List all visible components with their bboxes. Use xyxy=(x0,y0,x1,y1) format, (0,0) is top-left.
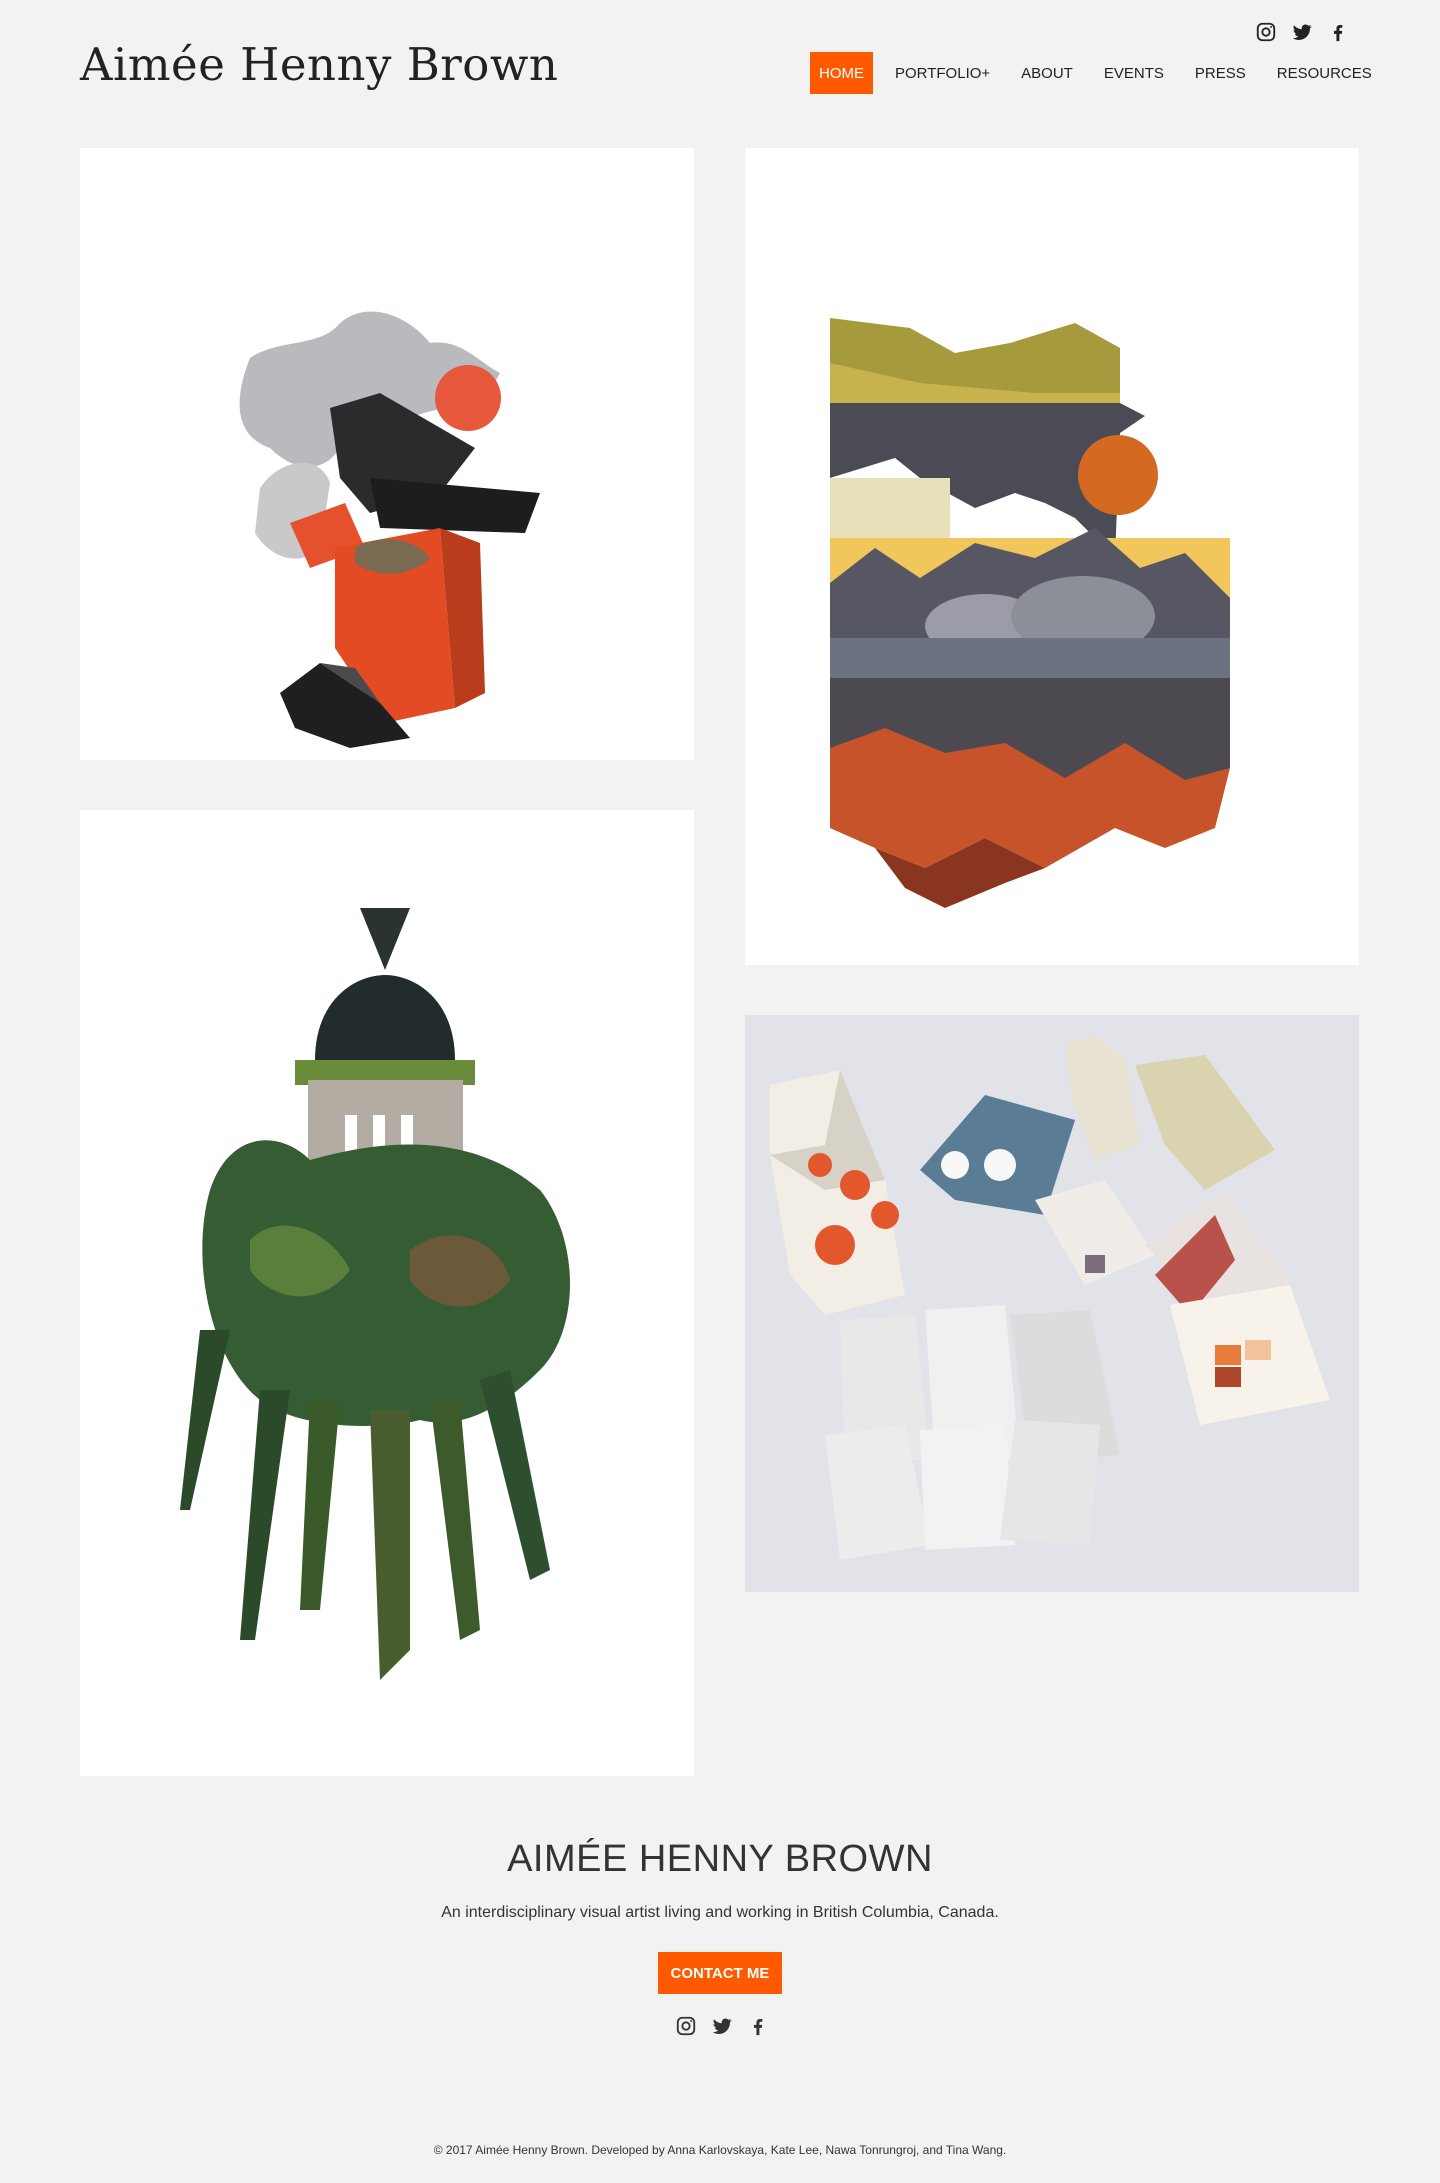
instagram-icon[interactable] xyxy=(1252,18,1280,46)
site-title[interactable]: Aimée Henny Brown xyxy=(80,38,558,91)
gallery-item-collage-architectural-mineral[interactable] xyxy=(80,148,694,760)
collage-mountain-domes-image xyxy=(830,318,1230,908)
nav-item-about[interactable]: ABOUT xyxy=(1012,52,1082,94)
nav-item-home[interactable]: HOME xyxy=(810,52,873,94)
collage-architectural-mineral-image xyxy=(239,311,540,748)
nav-item-press[interactable]: PRESS xyxy=(1186,52,1255,94)
facebook-icon[interactable] xyxy=(744,2012,772,2040)
gallery-item-collage-dome-botanical[interactable] xyxy=(80,810,694,1776)
gallery-item-collage-mountain-domes[interactable] xyxy=(745,148,1359,965)
header-social-links xyxy=(1252,18,1352,46)
gallery-item-artist-books-portable-lighthouse-library[interactable] xyxy=(745,1015,1359,1592)
instagram-icon[interactable] xyxy=(672,2012,700,2040)
contact-me-button[interactable]: CONTACT ME xyxy=(658,1952,782,1994)
footer-social-links xyxy=(672,2012,772,2040)
nav-item-resources[interactable]: RESOURCES xyxy=(1268,52,1381,94)
twitter-icon[interactable] xyxy=(708,2012,736,2040)
footer-title: AIMÉE HENNY BROWN xyxy=(507,1838,933,1880)
nav-item-events[interactable]: EVENTS xyxy=(1095,52,1173,94)
footer-tagline: An interdisciplinary visual artist livin… xyxy=(441,1904,999,1921)
nav-item-portfolio[interactable]: PORTFOLIO+ xyxy=(886,52,999,94)
main-nav: HOME PORTFOLIO+ ABOUT EVENTS PRESS RESOU… xyxy=(810,52,1381,94)
collage-dome-botanical-image xyxy=(180,908,570,1680)
artist-books-portable-lighthouse-library-image xyxy=(770,1035,1330,1560)
copyright: © 2017 Aimée Henny Brown. Developed by A… xyxy=(433,2143,1007,2157)
facebook-icon[interactable] xyxy=(1324,18,1352,46)
twitter-icon[interactable] xyxy=(1288,18,1316,46)
